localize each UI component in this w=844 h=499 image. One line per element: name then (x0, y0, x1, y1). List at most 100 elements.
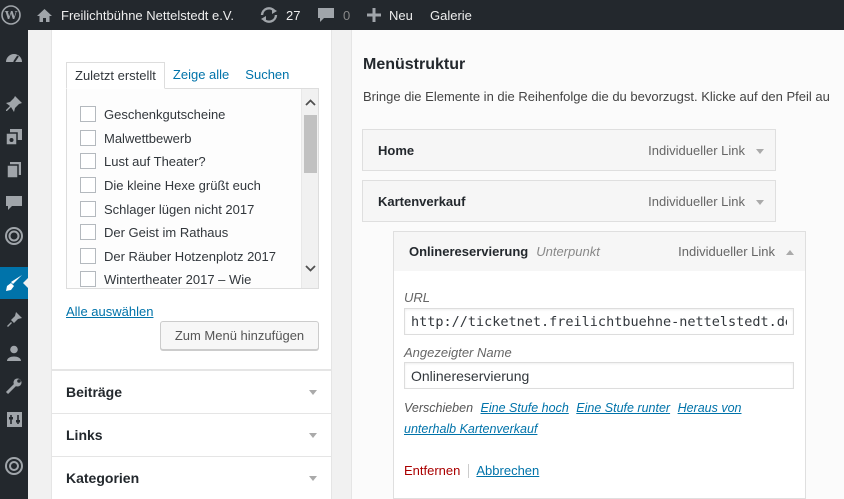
menu-item-title-text: Onlinereservierung (409, 244, 529, 259)
checkbox[interactable] (80, 106, 96, 122)
settings-menu-item[interactable] (0, 403, 28, 435)
scroll-up-icon[interactable] (304, 95, 317, 109)
expand-arrow-icon[interactable] (756, 149, 764, 154)
menu-item-title: Kartenverkauf (378, 193, 466, 209)
new-content-link[interactable]: Neu (367, 0, 413, 30)
paintbrush-icon (6, 275, 22, 291)
plus-icon (367, 8, 381, 22)
tab-search[interactable]: Suchen (237, 62, 297, 89)
spiral-icon (5, 457, 23, 475)
select-all-link[interactable]: Alle auswählen (66, 304, 153, 319)
navigation-label-field[interactable] (404, 362, 794, 389)
user-icon (7, 345, 21, 361)
tools-menu-item[interactable] (0, 370, 28, 402)
posts-menu-item[interactable] (0, 88, 28, 120)
appearance-menu-item[interactable] (0, 267, 29, 299)
wordpress-logo-icon[interactable]: W (0, 0, 22, 30)
site-home-link[interactable]: Freilichtbühne Nettelstedt e.V. (36, 0, 234, 30)
navigation-label-label: Angezeigter Name (404, 345, 512, 360)
checkbox[interactable] (80, 130, 96, 146)
checkbox[interactable] (80, 271, 96, 287)
menu-item-title: Home (378, 142, 415, 158)
addon-menu-item[interactable] (0, 450, 28, 482)
item-label: Malwettbewerb (104, 130, 192, 146)
tab-view-all[interactable]: Zeige alle (165, 62, 237, 89)
move-down-link[interactable]: Eine Stufe runter (576, 401, 670, 415)
collapse-arrow-icon[interactable] (786, 250, 794, 255)
checkbox[interactable] (80, 153, 96, 169)
move-links: Verschieben Eine Stufe hoch Eine Stufe r… (404, 398, 774, 440)
tab-most-recent[interactable]: Zuletzt erstellt (66, 62, 165, 89)
list-item[interactable]: Lust auf Theater? (80, 151, 206, 171)
section-posts[interactable]: Beiträge (51, 370, 332, 414)
checkbox[interactable] (80, 177, 96, 193)
checkbox[interactable] (80, 224, 96, 240)
item-label: Schlager lügen nicht 2017 (104, 201, 255, 217)
chevron-down-icon (309, 476, 317, 481)
menu-item-type: Individueller Link (648, 142, 745, 158)
menu-item-type: Individueller Link (678, 244, 775, 259)
list-item[interactable]: Wintertheater 2017 – Wie (80, 269, 251, 288)
instructions-text: Bringe die Elemente in die Reihenfolge d… (363, 89, 830, 104)
url-field[interactable] (404, 308, 794, 335)
pages-accordion: Zuletzt erstellt Zeige alle Suchen Gesch… (51, 30, 332, 370)
move-up-link[interactable]: Eine Stufe hoch (481, 401, 569, 415)
expand-arrow-icon[interactable] (756, 200, 764, 205)
plugin-icon (7, 312, 22, 327)
gallery-menu-item[interactable] (0, 220, 28, 252)
scroll-down-icon[interactable] (304, 261, 317, 275)
admin-bar: W Freilichtbühne Nettelstedt e.V. 27 0 N… (0, 0, 844, 30)
gallery-icon (5, 227, 23, 245)
item-actions: Entfernen Abbrechen (404, 463, 539, 478)
comment-icon (318, 8, 334, 22)
pages-icon (6, 162, 21, 179)
add-to-menu-button[interactable]: Zum Menü hinzufügen (160, 321, 319, 350)
pages-menu-item[interactable] (0, 154, 28, 186)
menu-item-home[interactable]: Home Individueller Link (362, 129, 776, 171)
dashboard-icon (6, 54, 22, 63)
section-categories[interactable]: Kategorien (51, 456, 332, 499)
pages-checklist: Geschenkgutscheine Malwettbewerb Lust au… (66, 88, 319, 289)
gallery-label: Galerie (430, 7, 472, 23)
item-label: Geschenkgutscheine (104, 106, 226, 122)
comments-menu-item[interactable] (0, 187, 28, 219)
updates-link[interactable]: 27 (259, 0, 300, 30)
item-label: Der Geist im Rathaus (104, 224, 229, 240)
menu-item-kartenverkauf[interactable]: Kartenverkauf Individueller Link (362, 180, 776, 222)
gallery-link[interactable]: Galerie (430, 0, 472, 30)
media-menu-item[interactable] (0, 121, 28, 153)
section-title: Beiträge (66, 384, 123, 400)
new-label: Neu (389, 7, 413, 23)
chevron-down-icon (309, 390, 317, 395)
list-item[interactable]: Der Geist im Rathaus (80, 222, 228, 242)
settings-icon (6, 411, 22, 427)
plugins-menu-item[interactable] (0, 304, 28, 336)
site-name: Freilichtbühne Nettelstedt e.V. (61, 7, 234, 23)
add-menu-items-panel: Zuletzt erstellt Zeige alle Suchen Gesch… (51, 30, 332, 499)
section-links[interactable]: Links (51, 413, 332, 457)
wrench-icon (5, 378, 22, 395)
list-item[interactable]: Schlager lügen nicht 2017 (80, 199, 254, 219)
checkbox[interactable] (80, 201, 96, 217)
scroll-thumb[interactable] (304, 115, 317, 173)
list-item[interactable]: Der Räuber Hotzenplotz 2017 (80, 246, 276, 266)
svg-text:W: W (4, 9, 18, 22)
list-item[interactable]: Malwettbewerb (80, 128, 191, 148)
checkbox[interactable] (80, 248, 96, 264)
item-label: Der Räuber Hotzenplotz 2017 (104, 248, 276, 264)
url-label: URL (404, 290, 431, 305)
active-menu-arrow (23, 277, 29, 289)
users-menu-item[interactable] (0, 337, 28, 369)
cancel-link[interactable]: Abbrechen (476, 463, 539, 478)
list-item[interactable]: Die kleine Hexe grüßt euch (80, 175, 261, 195)
list-item[interactable]: Geschenkgutscheine (80, 104, 225, 124)
remove-link[interactable]: Entfernen (404, 463, 460, 478)
updates-count: 27 (286, 7, 301, 23)
comments-link[interactable]: 0 (317, 0, 350, 30)
updates-icon (260, 7, 278, 23)
section-title: Kategorien (66, 470, 140, 486)
dashboard-menu-item[interactable] (0, 42, 28, 74)
menu-item-onlinereservierung[interactable]: Onlinereservierung Unterpunkt Individuel… (393, 231, 806, 272)
scrollbar[interactable] (301, 89, 318, 288)
page-title: Menüstruktur (363, 56, 466, 73)
